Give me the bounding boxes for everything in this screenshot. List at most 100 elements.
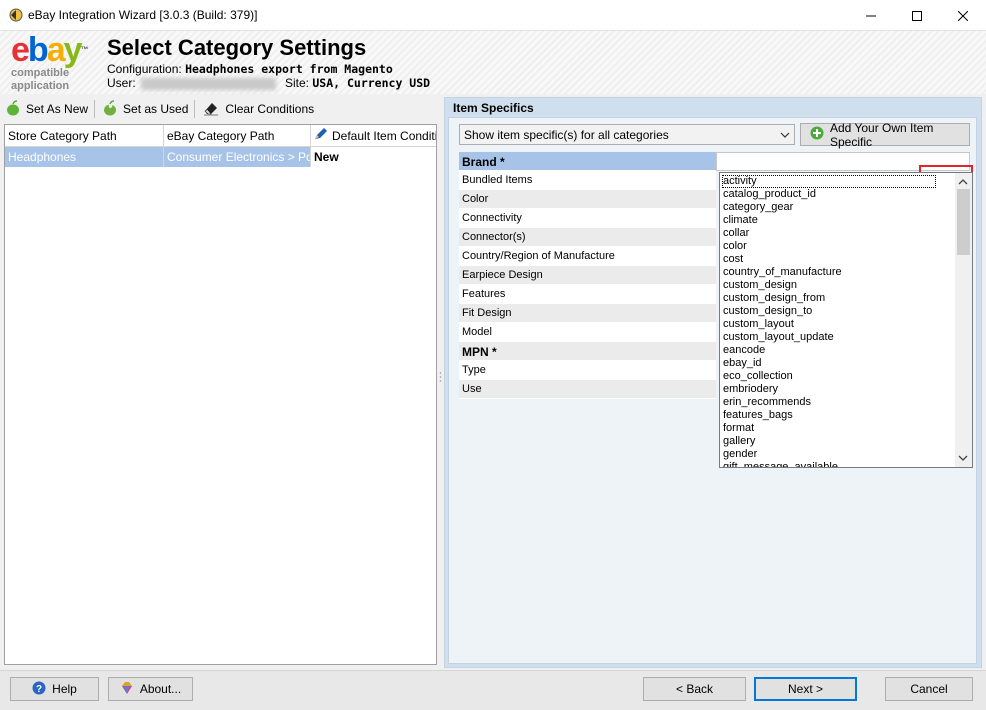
close-button[interactable] bbox=[940, 0, 986, 31]
column-header-ebay-category[interactable]: eBay Category Path bbox=[164, 125, 311, 146]
dropdown-option[interactable]: climate bbox=[720, 214, 956, 227]
specific-row-mpn[interactable]: MPN * bbox=[459, 342, 716, 361]
about-button[interactable]: About... bbox=[108, 677, 193, 701]
chevron-down-icon bbox=[780, 129, 790, 143]
clear-conditions-label: Clear Conditions bbox=[225, 102, 315, 116]
dropdown-option[interactable]: features_bags bbox=[720, 409, 956, 422]
configuration-label: Configuration: bbox=[107, 62, 182, 76]
svg-text:?: ? bbox=[36, 684, 42, 695]
dropdown-option[interactable]: catalog_product_id bbox=[720, 188, 956, 201]
specific-row-features[interactable]: Features bbox=[459, 285, 716, 304]
green-apple-icon bbox=[6, 99, 20, 119]
set-as-used-button[interactable]: Set as Used bbox=[97, 98, 192, 120]
dropdown-option[interactable]: eco_collection bbox=[720, 370, 956, 383]
store-category-cell[interactable]: Headphones bbox=[5, 147, 164, 167]
cancel-button[interactable]: Cancel bbox=[885, 677, 973, 701]
ebay-category-cell[interactable]: Consumer Electronics > Portable bbox=[164, 147, 311, 167]
specific-row-fit-design[interactable]: Fit Design bbox=[459, 304, 716, 323]
attribute-dropdown-list[interactable]: activity catalog_product_id category_gear c… bbox=[719, 172, 973, 468]
configuration-value: Headphones export from Magento bbox=[185, 62, 393, 76]
dropdown-option[interactable]: custom_layout bbox=[720, 318, 956, 331]
specific-row-color[interactable]: Color bbox=[459, 190, 716, 209]
toolbar-divider bbox=[94, 100, 96, 118]
help-button[interactable]: ? Help bbox=[10, 677, 99, 701]
dropdown-option[interactable]: country_of_manufacture bbox=[720, 266, 956, 279]
dropdown-option[interactable]: cost bbox=[720, 253, 956, 266]
category-filter-select[interactable]: Show item specific(s) for all categories bbox=[459, 124, 795, 145]
dropdown-option[interactable]: embriodery bbox=[720, 383, 956, 396]
specific-row-country-of-manufacture[interactable]: Country/Region of Manufacture bbox=[459, 247, 716, 266]
configuration-line: Configuration: Headphones export from Ma… bbox=[107, 62, 393, 76]
item-specifics-panel: Item Specifics Show item specific(s) for… bbox=[444, 97, 982, 668]
add-item-specific-label: Add Your Own Item Specific bbox=[830, 120, 934, 149]
specific-row-connectors[interactable]: Connector(s) bbox=[459, 228, 716, 247]
dropdown-option[interactable]: collar bbox=[720, 227, 956, 240]
category-filter-value: Show item specific(s) for all categories bbox=[464, 128, 669, 142]
page-title: Select Category Settings bbox=[107, 35, 367, 60]
next-button[interactable]: Next > bbox=[754, 677, 857, 701]
help-label: Help bbox=[52, 682, 77, 696]
dropdown-option[interactable]: gender bbox=[720, 448, 956, 461]
site-label: Site: bbox=[285, 76, 310, 90]
dropdown-option[interactable]: gift_message_available bbox=[720, 461, 956, 467]
set-as-new-label: Set As New bbox=[26, 102, 89, 116]
column-header-store-category[interactable]: Store Category Path bbox=[5, 125, 164, 146]
specific-row-model[interactable]: Model bbox=[459, 323, 716, 342]
specific-row-bundled-items[interactable]: Bundled Items bbox=[459, 171, 716, 190]
gem-icon bbox=[120, 681, 134, 698]
title-bar: eBay Integration Wizard [3.0.3 (Build: 3… bbox=[0, 0, 986, 31]
user-label: User: bbox=[107, 76, 136, 90]
toolbar-divider bbox=[194, 100, 196, 118]
dropdown-option[interactable]: format bbox=[720, 422, 956, 435]
window-title: eBay Integration Wizard [3.0.3 (Build: 3… bbox=[28, 8, 258, 22]
dropdown-option[interactable]: custom_design bbox=[720, 279, 956, 292]
dropdown-option[interactable]: custom_design_to bbox=[720, 305, 956, 318]
clear-conditions-button[interactable]: Clear Conditions bbox=[197, 98, 318, 120]
dropdown-option[interactable]: erin_recommends bbox=[720, 396, 956, 409]
minimize-button[interactable] bbox=[848, 0, 894, 31]
column-header-default-condition-label: Default Item Condition bbox=[332, 128, 436, 143]
specific-row-earpiece-design[interactable]: Earpiece Design bbox=[459, 266, 716, 285]
dropdown-option[interactable]: eancode bbox=[720, 344, 956, 357]
dropdown-option[interactable]: ebay_id bbox=[720, 357, 956, 370]
specific-row-brand[interactable]: Brand * bbox=[459, 152, 716, 171]
item-specifics-list: Brand * Bundled Items Color Connectivity… bbox=[459, 152, 716, 399]
dropdown-scrollbar[interactable] bbox=[955, 173, 972, 467]
add-item-specific-button[interactable]: Add Your Own Item Specific bbox=[800, 120, 970, 149]
item-condition-cell[interactable]: New bbox=[311, 147, 436, 167]
table-row[interactable]: Headphones Consumer Electronics > Portab… bbox=[5, 147, 436, 167]
chevron-up-icon[interactable] bbox=[958, 175, 968, 189]
column-header-default-condition[interactable]: Default Item Condition bbox=[311, 125, 436, 146]
condition-toolbar: Set As New Set as Used Clear Conditions bbox=[0, 97, 438, 121]
user-value-redacted bbox=[141, 77, 277, 90]
logo-caption-1: compatible bbox=[11, 67, 70, 79]
scrollbar-thumb[interactable] bbox=[957, 189, 970, 255]
plus-circle-icon bbox=[810, 126, 824, 143]
dropdown-option[interactable]: color bbox=[720, 240, 956, 253]
dropdown-option[interactable]: gallery bbox=[720, 435, 956, 448]
item-specifics-content: Show item specific(s) for all categories… bbox=[448, 117, 977, 664]
item-specifics-title: Item Specifics bbox=[453, 101, 534, 115]
user-line: User: Site: USA, Currency USD bbox=[107, 76, 467, 92]
header-banner: ebay™ compatible application Select Cate… bbox=[0, 31, 986, 94]
set-as-new-button[interactable]: Set As New bbox=[0, 98, 92, 120]
site-value: USA, Currency USD bbox=[312, 76, 431, 90]
dropdown-option[interactable]: category_gear bbox=[720, 201, 956, 214]
logo-caption-2: application bbox=[11, 80, 70, 92]
help-icon: ? bbox=[32, 681, 46, 698]
dropdown-option[interactable]: custom_design_from bbox=[720, 292, 956, 305]
wizard-footer: ? Help About... < Back Next > Cancel bbox=[0, 670, 986, 710]
specific-row-connectivity[interactable]: Connectivity bbox=[459, 209, 716, 228]
pencil-icon bbox=[314, 128, 328, 143]
dropdown-option[interactable]: custom_layout_update bbox=[720, 331, 956, 344]
back-button[interactable]: < Back bbox=[643, 677, 746, 701]
maximize-button[interactable] bbox=[894, 0, 940, 31]
panel-splitter[interactable] bbox=[439, 97, 442, 668]
specific-row-type[interactable]: Type bbox=[459, 361, 716, 380]
dropdown-options: activity catalog_product_id category_gear c… bbox=[720, 173, 956, 467]
category-mapping-grid: Store Category Path eBay Category Path D… bbox=[4, 124, 437, 665]
app-icon bbox=[8, 7, 24, 23]
specific-row-use[interactable]: Use bbox=[459, 380, 716, 399]
chevron-down-icon[interactable] bbox=[958, 451, 968, 465]
dropdown-option[interactable]: activity bbox=[722, 175, 936, 188]
